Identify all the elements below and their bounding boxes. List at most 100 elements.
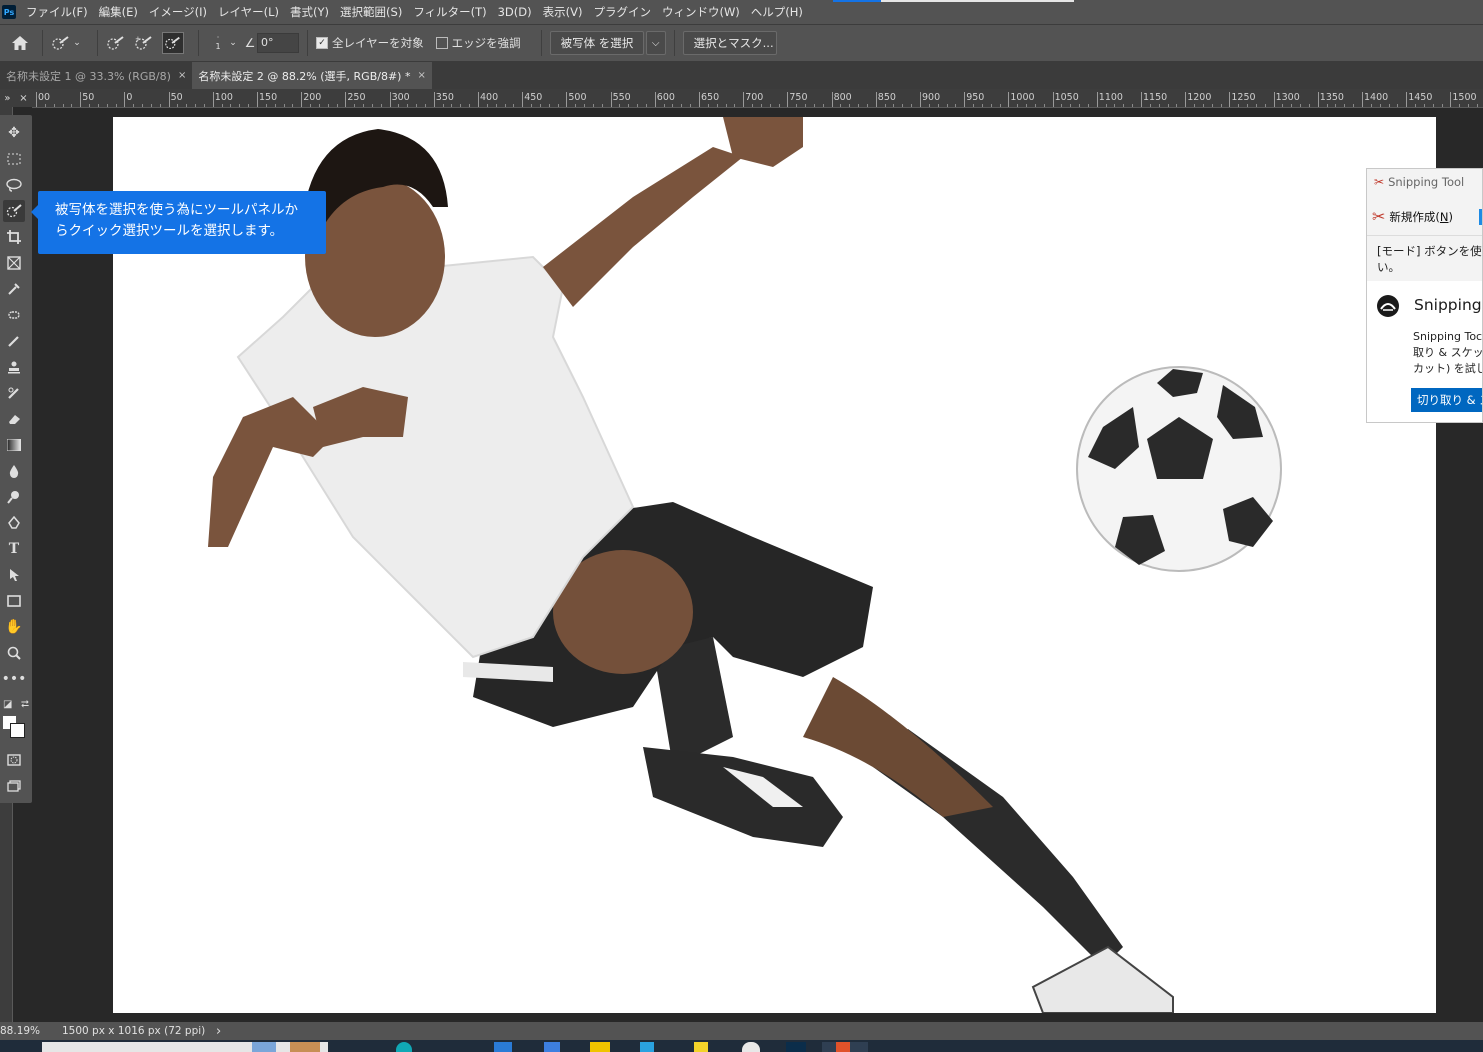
document-tab[interactable]: 名称未設定 1 @ 33.3% (RGB/8) × <box>0 62 192 89</box>
background-color-swatch[interactable] <box>10 723 25 738</box>
chevron-down-icon[interactable]: ⌄ <box>71 33 83 53</box>
menu-3d[interactable]: 3D(D) <box>498 5 532 19</box>
close-icon[interactable]: × <box>178 70 186 81</box>
tool-preset-icon[interactable] <box>51 33 71 53</box>
mode-button[interactable] <box>1479 209 1482 225</box>
stamp-icon[interactable] <box>3 356 25 378</box>
eyedropper-icon[interactable] <box>3 278 25 300</box>
taskbar-app-icon[interactable] <box>836 1042 850 1052</box>
history-brush-icon[interactable] <box>3 382 25 404</box>
ruler-minor-tick <box>239 104 241 107</box>
snipping-tool-window[interactable]: ✂ Snipping Tool ✂ 新規作成(N) [モード] ボタンを使用し … <box>1366 168 1483 423</box>
sample-all-layers-checkbox[interactable]: ✓ 全レイヤーを対象 <box>316 35 424 51</box>
marquee-icon[interactable] <box>3 148 25 170</box>
dodge-icon[interactable] <box>3 486 25 508</box>
menu-image[interactable]: イメージ(I) <box>149 4 207 20</box>
angle-input[interactable]: 0° <box>257 33 299 53</box>
taskbar-app-icon[interactable] <box>252 1042 276 1052</box>
select-and-mask-button[interactable]: 選択とマスク... <box>682 31 777 55</box>
hand-icon[interactable]: ✋ <box>3 616 25 638</box>
horizontal-ruler[interactable]: 00 50 0 50 100 150 200 250 300 350 400 450 500 550 600… <box>32 89 1483 108</box>
menu-type[interactable]: 書式(Y) <box>290 4 329 20</box>
promo-text: Snipping Toc 取り & スケッチ カット) を試して <box>1413 330 1483 375</box>
ruler-minor-tick <box>663 104 665 107</box>
taskbar-app-icon[interactable] <box>494 1042 512 1052</box>
swap-icon[interactable]: ⮂ <box>21 699 29 710</box>
swap-colors-icon[interactable]: ◪ ⮂ <box>3 693 29 715</box>
close-icon[interactable]: × <box>417 70 425 81</box>
ruler-tick-label: 550 <box>612 92 631 103</box>
tooltip-line: らクイック選択ツールを選択します。 <box>55 223 284 239</box>
ruler-minor-tick <box>1300 104 1302 107</box>
ruler-minor-tick <box>1308 104 1310 107</box>
status-menu-icon[interactable]: › <box>216 1024 221 1039</box>
default-colors-icon[interactable]: ◪ <box>3 699 12 710</box>
lasso-icon[interactable] <box>3 174 25 196</box>
ruler-minor-tick <box>310 104 312 107</box>
menu-help[interactable]: ヘルプ(H) <box>751 4 803 20</box>
enhance-edge-label: エッジを強調 <box>451 36 521 50</box>
snipping-tool-titlebar: ✂ Snipping Tool <box>1374 175 1464 189</box>
eraser-icon[interactable] <box>3 408 25 430</box>
chevron-down-icon[interactable]: ⌄ <box>227 33 239 53</box>
rectangle-icon[interactable] <box>3 590 25 612</box>
taskbar-app-icon[interactable] <box>590 1042 610 1052</box>
taskbar-search-box[interactable] <box>42 1042 328 1052</box>
new-selection-icon[interactable] <box>106 33 126 53</box>
menu-file[interactable]: ファイル(F) <box>26 4 88 20</box>
menu-filter[interactable]: フィルター(T) <box>413 4 486 20</box>
add-to-selection-icon[interactable]: + <box>134 33 154 53</box>
zoom-icon[interactable] <box>3 642 25 664</box>
taskbar-app-icon[interactable] <box>786 1042 806 1052</box>
taskbar-app-icon[interactable] <box>544 1042 560 1052</box>
ruler-minor-tick <box>336 104 338 107</box>
more-icon[interactable]: ••• <box>2 668 27 690</box>
zoom-level[interactable]: 88.19% <box>0 1025 62 1037</box>
ruler-tick <box>345 92 347 107</box>
screen-mode-icon[interactable] <box>3 775 25 797</box>
menu-window[interactable]: ウィンドウ(W) <box>662 4 740 20</box>
menu-layer[interactable]: レイヤー(L) <box>218 4 279 20</box>
path-select-icon[interactable] <box>3 564 25 586</box>
brush-icon[interactable] <box>3 330 25 352</box>
try-snip-sketch-button[interactable]: 切り取り & ス <box>1411 388 1482 412</box>
ruler-minor-tick <box>1326 104 1328 107</box>
taskbar-app-icon[interactable] <box>640 1042 654 1052</box>
taskbar-app-icon[interactable] <box>396 1042 412 1052</box>
menu-view[interactable]: 表示(V) <box>543 4 583 20</box>
pen-icon[interactable] <box>3 512 25 534</box>
taskbar-app-icon[interactable] <box>290 1042 320 1052</box>
status-bar: 88.19% 1500 px x 1016 px (72 ppi) › <box>0 1022 1483 1040</box>
menu-select[interactable]: 選択範囲(S) <box>340 4 402 20</box>
close-icon[interactable]: × <box>19 93 27 104</box>
taskbar-app-icon[interactable] <box>694 1042 708 1052</box>
select-subject-dropdown[interactable]: ⌵ <box>645 31 666 55</box>
move-icon[interactable]: ✥ <box>3 122 25 144</box>
brush-size-picker[interactable]: · 1 <box>211 34 225 52</box>
blur-icon[interactable] <box>3 460 25 482</box>
ruler-minor-tick <box>592 104 594 107</box>
type-icon[interactable]: T <box>3 538 25 560</box>
gradient-icon[interactable] <box>3 434 25 456</box>
subtract-from-selection-icon[interactable] <box>162 32 184 54</box>
ruler-minor-tick <box>990 104 992 107</box>
ruler-minor-tick <box>1194 104 1196 107</box>
select-subject-button[interactable]: 被写体 を選択 <box>549 31 644 55</box>
quick-mask-icon[interactable] <box>3 749 25 771</box>
menu-plugins[interactable]: プラグイン <box>593 4 651 20</box>
new-snip-button[interactable]: ✂ 新規作成(N) <box>1372 207 1453 226</box>
taskbar-app-icon[interactable] <box>742 1042 760 1052</box>
ruler-tick-label: 600 <box>656 92 675 103</box>
frame-icon[interactable] <box>3 252 25 274</box>
menu-edit[interactable]: 編集(E) <box>99 4 138 20</box>
ruler-minor-tick <box>142 104 144 107</box>
home-icon[interactable] <box>10 33 30 53</box>
ruler-tick-label: 850 <box>877 92 896 103</box>
enhance-edge-checkbox[interactable]: エッジを強調 <box>435 35 521 51</box>
ruler-minor-tick <box>265 104 267 107</box>
healing-icon[interactable] <box>3 304 25 326</box>
document-tab-active[interactable]: 名称未設定 2 @ 88.2% (選手, RGB/8#) * × <box>192 62 432 89</box>
collapse-panels-icon[interactable]: » <box>4 93 10 104</box>
crop-icon[interactable] <box>3 226 25 248</box>
quick-select-icon[interactable] <box>3 200 25 222</box>
